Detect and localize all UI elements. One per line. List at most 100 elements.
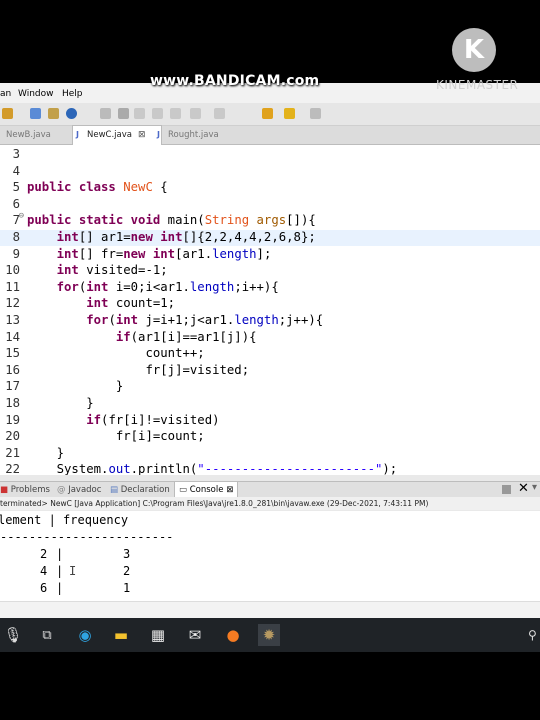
line-number: 19 bbox=[5, 412, 20, 427]
code-line: int[] fr=new int[ar1.length]; bbox=[27, 246, 272, 261]
line-number: 3 bbox=[12, 147, 20, 161]
kinemaster-watermark: KINEMASTER bbox=[436, 78, 519, 92]
code-line: fr[i]=count; bbox=[27, 429, 205, 444]
row-element: 6 bbox=[40, 581, 48, 595]
new-package-icon[interactable] bbox=[30, 108, 41, 119]
console-output[interactable]: lement | frequency ---------------------… bbox=[0, 511, 540, 601]
code-line: count++; bbox=[27, 346, 205, 361]
remove-launch-icon[interactable]: ✕ bbox=[518, 481, 529, 496]
code-line: if(ar1[i]==ar1[j]){ bbox=[27, 329, 257, 344]
terminate-icon[interactable] bbox=[502, 485, 511, 494]
edge-icon[interactable]: ◉ bbox=[74, 624, 96, 646]
toggle-icon[interactable] bbox=[134, 108, 145, 119]
code-line: int count=1; bbox=[27, 296, 176, 311]
edit-icon[interactable] bbox=[100, 108, 111, 119]
run-icon[interactable] bbox=[2, 108, 13, 119]
forward-arrow-icon[interactable] bbox=[310, 108, 321, 119]
people-icon[interactable]: ⚲ bbox=[528, 628, 537, 642]
line-number: 13 bbox=[5, 313, 20, 327]
annotation-icon[interactable] bbox=[190, 108, 201, 119]
bottom-panel-tabs: ■ Problems @ Javadoc ▤ Declaration ▭ Con… bbox=[0, 481, 540, 498]
menu-item-an[interactable]: an bbox=[0, 89, 11, 99]
line-number: 11 bbox=[5, 279, 20, 294]
back-arrow-icon[interactable] bbox=[284, 108, 295, 119]
problems-icon: ■ bbox=[0, 485, 9, 495]
line-number: 4 bbox=[12, 163, 20, 178]
show-whitespace-icon[interactable] bbox=[170, 108, 181, 119]
store-icon[interactable]: ▦ bbox=[147, 624, 169, 646]
fold-marker-icon[interactable]: ⊖ bbox=[14, 211, 24, 221]
kinemaster-logo: K bbox=[452, 28, 496, 72]
search-icon[interactable] bbox=[66, 108, 77, 119]
line-number: 10 bbox=[5, 263, 20, 278]
row-bar: | bbox=[56, 564, 64, 578]
file-explorer-icon[interactable]: ▬ bbox=[110, 624, 132, 646]
code-line: int[] ar1=new int[]{2,2,4,4,2,6,8}; bbox=[27, 230, 316, 244]
line-number: 16 bbox=[5, 362, 20, 377]
line-number: 6 bbox=[12, 196, 20, 211]
bandicam-watermark: www.BANDICAM.com bbox=[150, 73, 320, 89]
declaration-icon: ▤ bbox=[110, 485, 119, 495]
code-line: for(int j=i+1;j<ar1.length;j++){ bbox=[27, 313, 324, 327]
row-frequency: 1 bbox=[123, 581, 131, 595]
code-line: } bbox=[27, 396, 94, 410]
console-header: lement | frequency bbox=[0, 513, 129, 527]
code-line: } bbox=[27, 379, 124, 394]
last-edit-icon[interactable] bbox=[262, 108, 273, 119]
tab-newc[interactable]: J NewC.java ⊠ bbox=[72, 125, 162, 145]
microphone-icon[interactable]: 🎙 bbox=[2, 624, 24, 646]
toolbar bbox=[0, 103, 540, 126]
tab-newb[interactable]: JNewB.java bbox=[0, 126, 51, 144]
code-line: public static void main(String args[]){ bbox=[27, 213, 316, 228]
console-status: terminated> NewC [Java Application] C:\P… bbox=[0, 497, 540, 510]
tab-rought[interactable]: J Rought.java bbox=[154, 126, 219, 144]
line-number: 14 bbox=[5, 329, 20, 344]
code-editor[interactable]: 3 4 5 public class NewC {6 7 ⊖ public static v… bbox=[0, 145, 540, 475]
code-line: for(int i=0;i<ar1.length;i++){ bbox=[27, 279, 279, 294]
horizontal-scrollbar[interactable] bbox=[0, 601, 540, 619]
kinemaster-letter: K bbox=[463, 35, 485, 65]
pencil-icon[interactable] bbox=[118, 108, 129, 119]
task-view-icon[interactable]: ⧉ bbox=[36, 624, 58, 646]
windows-taskbar: 🎙 ⧉ ◉ ▬ ▦ ✉ ● ✹ ⚲ bbox=[0, 618, 540, 652]
code-line: public class NewC { bbox=[27, 180, 168, 195]
eclipse-icon[interactable]: ✹ bbox=[258, 624, 280, 646]
row-frequency: 3 bbox=[123, 547, 131, 561]
text-cursor-icon: I bbox=[69, 564, 77, 578]
code-line: int visited=-1; bbox=[27, 263, 168, 278]
next-annotation-icon[interactable] bbox=[214, 108, 225, 119]
mail-icon[interactable]: ✉ bbox=[184, 624, 206, 646]
block-icon[interactable] bbox=[152, 108, 163, 119]
row-element: 4 bbox=[40, 564, 48, 578]
javadoc-icon: @ bbox=[57, 485, 66, 495]
close-tab-icon[interactable]: ⊠ bbox=[138, 130, 146, 140]
console-icon: ▭ bbox=[179, 485, 188, 495]
line-number: 5 bbox=[12, 180, 20, 195]
tab-declaration[interactable]: ▤ Declaration bbox=[110, 482, 170, 498]
firefox-icon[interactable]: ● bbox=[222, 624, 244, 646]
menu-item-window[interactable]: Window bbox=[18, 89, 54, 99]
more-options-icon[interactable]: ▾ bbox=[532, 482, 537, 493]
line-number: 21 bbox=[5, 445, 20, 460]
java-file-icon: J bbox=[157, 130, 160, 139]
tab-javadoc[interactable]: @ Javadoc bbox=[57, 482, 101, 498]
line-number: 8 bbox=[12, 230, 20, 244]
line-number: 18 bbox=[5, 396, 20, 410]
open-type-icon[interactable] bbox=[48, 108, 59, 119]
code-line: System.out.println("--------------------… bbox=[27, 462, 398, 475]
code-line: } bbox=[27, 445, 65, 460]
row-bar: | bbox=[56, 547, 64, 561]
row-bar: | bbox=[56, 581, 64, 595]
line-number: 9 bbox=[12, 246, 20, 261]
console-separator: ------------------------ bbox=[0, 530, 174, 544]
row-element: 2 bbox=[40, 547, 48, 561]
close-console-icon[interactable]: ⊠ bbox=[226, 485, 233, 495]
tab-console[interactable]: ▭ Console ⊠ bbox=[174, 482, 239, 498]
code-line: fr[j]=visited; bbox=[27, 362, 250, 377]
editor-tabs: JNewB.java JNewC.java⊠ JRought.java bbox=[0, 125, 540, 145]
line-number: 12 bbox=[5, 296, 20, 311]
java-file-icon: J bbox=[76, 130, 79, 139]
tab-problems[interactable]: ■ Problems bbox=[0, 482, 50, 498]
menu-item-help[interactable]: Help bbox=[62, 89, 83, 99]
row-frequency: 2 bbox=[123, 564, 131, 578]
